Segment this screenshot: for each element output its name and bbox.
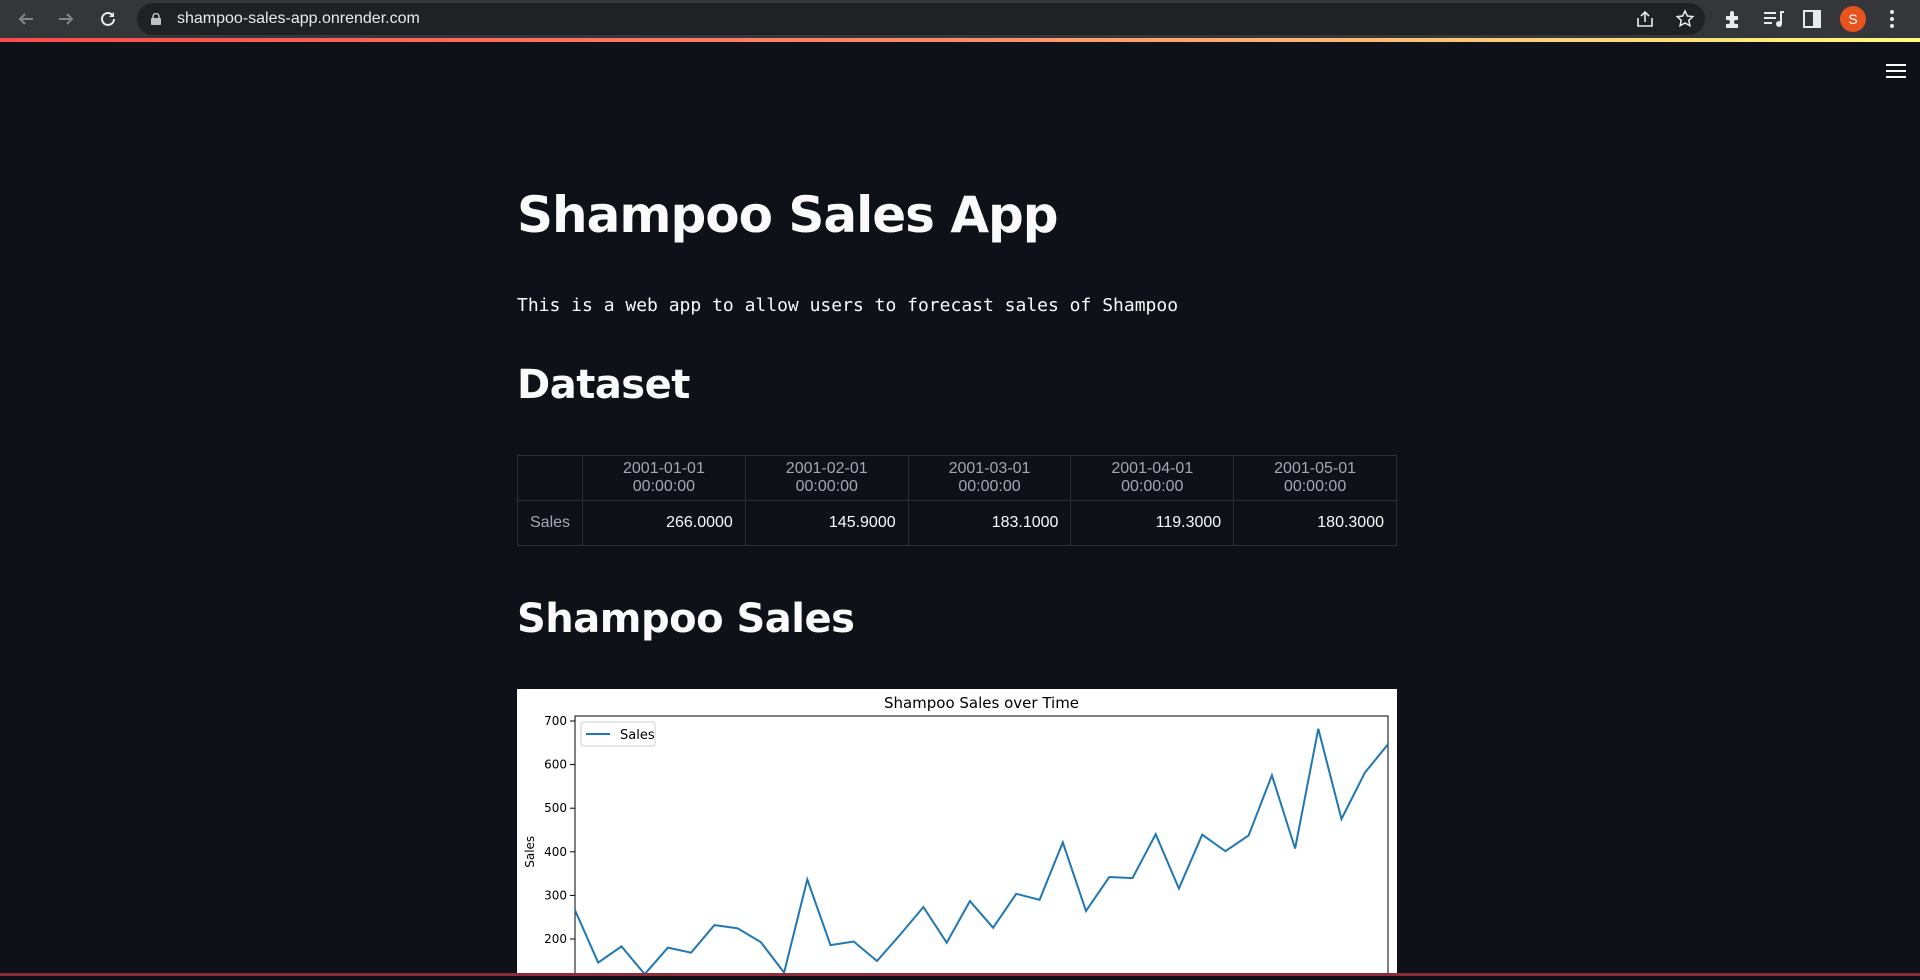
forward-arrow-icon[interactable] (46, 0, 86, 38)
url-text[interactable]: shampoo-sales-app.onrender.com (177, 10, 420, 28)
sales-series-line (574, 728, 1389, 976)
decoration-bar (0, 38, 1920, 42)
column-header[interactable]: 2001-02-01 00:00:00 (744, 455, 909, 501)
y-tick-label: 200 (544, 932, 567, 946)
hamburger-icon[interactable] (1886, 64, 1906, 82)
hamburger-line (1886, 70, 1906, 72)
table-cell[interactable]: 145.9000 (744, 500, 909, 546)
media-icon[interactable] (1762, 9, 1784, 29)
column-header[interactable]: 2001-01-01 00:00:00 (582, 455, 746, 501)
y-tick-label: 400 (544, 845, 567, 859)
column-header[interactable]: 2001-05-01 00:00:00 (1233, 455, 1397, 501)
extensions-icon[interactable] (1722, 8, 1744, 30)
back-arrow-icon[interactable] (6, 0, 46, 38)
column-header[interactable]: 2001-03-01 00:00:00 (907, 455, 1072, 501)
y-axis-label: Sales (523, 836, 537, 868)
hamburger-line (1886, 64, 1906, 66)
sidebar-icon[interactable] (1802, 9, 1822, 29)
y-tick-label: 500 (544, 801, 567, 815)
address-bar[interactable]: shampoo-sales-app.onrender.com (137, 3, 1705, 35)
table-cell[interactable]: 183.1000 (907, 500, 1072, 546)
browser-toolbar: shampoo-sales-app.onrender.com S (0, 0, 1920, 38)
description-text: This is a web app to allow users to fore… (517, 295, 1179, 316)
avatar[interactable]: S (1840, 6, 1866, 32)
menu-icon[interactable] (1888, 8, 1896, 30)
dataset-heading: Dataset (517, 362, 690, 408)
table-corner (516, 455, 584, 501)
page-title: Shampoo Sales App (517, 186, 1059, 244)
table-row: Sales 266.0000 145.9000 183.1000 119.300… (516, 500, 1397, 546)
reload-icon[interactable] (88, 0, 128, 38)
dataset-table: 2001-01-01 00:00:00 2001-02-01 00:00:00 … (516, 455, 1397, 546)
plot-frame (574, 715, 1389, 980)
table-header-row: 2001-01-01 00:00:00 2001-02-01 00:00:00 … (516, 455, 1397, 501)
chart-title: Shampoo Sales over Time (884, 694, 1079, 712)
lock-icon[interactable] (151, 13, 161, 25)
chart-heading: Shampoo Sales (517, 596, 855, 642)
y-tick-label: 300 (544, 888, 567, 902)
star-icon[interactable] (1675, 9, 1695, 29)
table-cell[interactable]: 180.3000 (1233, 500, 1397, 546)
y-tick-label: 700 (544, 714, 567, 728)
row-header: Sales (516, 500, 584, 546)
chart-container: Shampoo Sales over Time 200 300 400 500 600 70… (517, 689, 1397, 980)
table-cell[interactable]: 266.0000 (582, 500, 746, 546)
column-header[interactable]: 2001-04-01 00:00:00 (1070, 455, 1235, 501)
share-icon[interactable] (1635, 10, 1655, 28)
sales-line-chart: Shampoo Sales over Time 200 300 400 500 600 70… (523, 694, 1389, 980)
legend-label: Sales (620, 728, 655, 743)
table-cell[interactable]: 119.3000 (1070, 500, 1235, 546)
hamburger-line (1886, 76, 1906, 78)
y-tick-label: 600 (544, 758, 567, 772)
